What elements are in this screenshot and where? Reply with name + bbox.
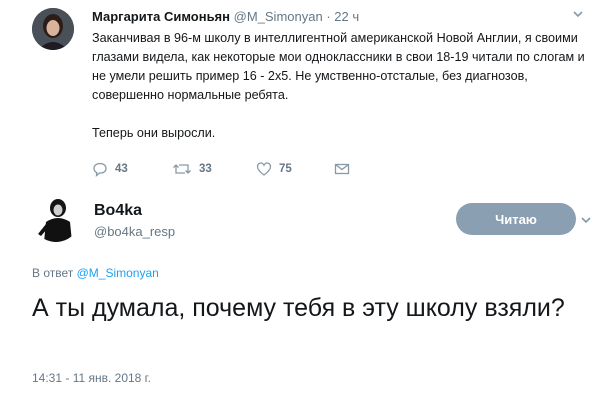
separator: · bbox=[326, 9, 331, 24]
tweet-paragraph-1: Заканчивая в 96-м школу в интеллигентной… bbox=[92, 31, 585, 102]
reply-count: 43 bbox=[115, 163, 128, 175]
heart-icon bbox=[256, 162, 272, 176]
retweet-icon bbox=[173, 164, 191, 174]
chevron-down-icon[interactable] bbox=[580, 214, 592, 226]
avatar[interactable] bbox=[32, 8, 74, 50]
avatar[interactable] bbox=[32, 194, 80, 242]
like-count: 75 bbox=[279, 163, 292, 175]
tweet-header: Маргарита Симоньян @M_Simonyan · 22 ч bbox=[92, 9, 359, 24]
tweet-paragraph-2: Теперь они выросли. bbox=[92, 126, 216, 140]
author-handle[interactable]: @M_Simonyan bbox=[234, 9, 323, 24]
like-action[interactable]: 75 bbox=[256, 160, 292, 178]
avatar-photo bbox=[32, 8, 74, 50]
replying-prefix: В ответ bbox=[32, 266, 74, 280]
retweet-count: 33 bbox=[199, 163, 212, 175]
reply-icon bbox=[93, 162, 107, 177]
author-name[interactable]: Маргарита Симоньян bbox=[92, 9, 230, 24]
reply-action[interactable]: 43 bbox=[92, 160, 128, 178]
replying-to: В ответ @M_Simonyan bbox=[32, 266, 159, 280]
replying-to-link[interactable]: @M_Simonyan bbox=[77, 266, 159, 280]
tweet-text: А ты думала, почему тебя в эту школу взя… bbox=[32, 294, 565, 322]
chevron-down-icon[interactable] bbox=[572, 8, 584, 20]
quoted-original-tweet: Маргарита Симоньян @M_Simonyan · 22 ч За… bbox=[0, 0, 614, 186]
retweet-action[interactable]: 33 bbox=[172, 160, 212, 178]
tweet-time[interactable]: 22 ч bbox=[334, 9, 359, 24]
direct-message-action[interactable] bbox=[334, 160, 350, 178]
following-button[interactable]: Читаю bbox=[456, 203, 576, 235]
message-icon bbox=[334, 163, 350, 175]
author-name[interactable]: Bo4ka bbox=[94, 202, 142, 220]
tweet-text: Заканчивая в 96-м школу в интеллигентной… bbox=[92, 29, 592, 143]
author-handle[interactable]: @bo4ka_resp bbox=[94, 224, 175, 239]
avatar-photo bbox=[32, 194, 80, 242]
tweet-timestamp[interactable]: 14:31 - 11 янв. 2018 г. bbox=[32, 371, 151, 385]
